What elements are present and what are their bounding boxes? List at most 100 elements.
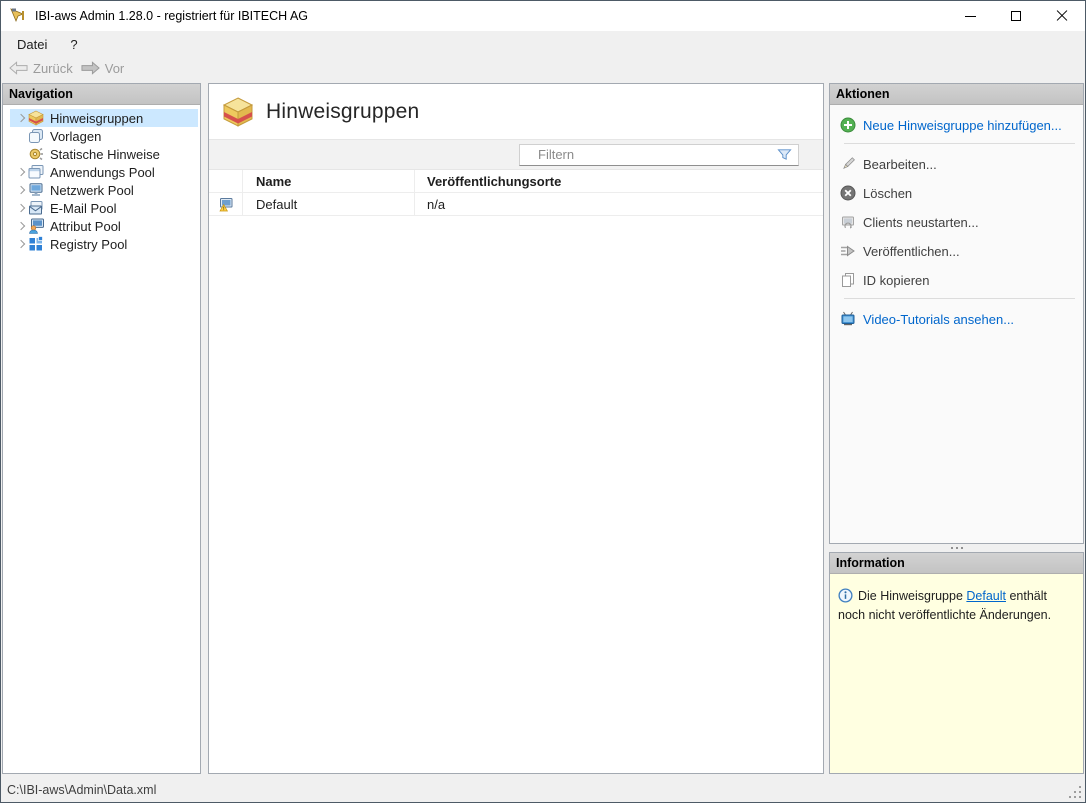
- nav-item-vorlagen[interactable]: Vorlagen: [10, 127, 198, 145]
- filter-funnel-icon[interactable]: [777, 147, 792, 162]
- forward-arrow-icon: [81, 61, 100, 75]
- back-button[interactable]: Zurück: [9, 61, 73, 76]
- nav-item-label: Hinweisgruppen: [50, 110, 144, 126]
- default-group-link[interactable]: Default: [966, 589, 1006, 603]
- actions-header: Aktionen: [830, 84, 1083, 105]
- app-window: IBI-aws Admin 1.28.0 - registriert für I…: [0, 0, 1086, 803]
- forward-button[interactable]: Vor: [81, 60, 125, 76]
- attribute-pool-icon: [28, 218, 44, 234]
- panel-splitter[interactable]: [829, 544, 1084, 552]
- window-title: IBI-aws Admin 1.28.0 - registriert für I…: [35, 9, 309, 23]
- workspace: Navigation Hinweisgruppen Vorlagen Stati…: [1, 79, 1085, 777]
- title-bar: IBI-aws Admin 1.28.0 - registriert für I…: [1, 1, 1085, 31]
- window-controls: [947, 1, 1085, 31]
- action-delete[interactable]: Löschen: [830, 182, 1083, 204]
- nav-item-email-pool[interactable]: E-Mail Pool: [10, 199, 198, 217]
- right-column: Aktionen Neue Hinweisgruppe hinzufügen..…: [829, 83, 1084, 774]
- row-name: Default: [243, 193, 415, 215]
- hint-group-warning-icon: [218, 196, 234, 212]
- content-panel: Hinweisgruppen Name Veröffentlichungsort…: [208, 83, 824, 774]
- back-label: Zurück: [33, 60, 73, 76]
- nav-item-label: Statische Hinweise: [50, 146, 160, 162]
- nav-item-statische-hinweise[interactable]: Statische Hinweise: [10, 145, 198, 163]
- tv-icon: [840, 311, 856, 327]
- nav-item-anwendungs-pool[interactable]: Anwendungs Pool: [10, 163, 198, 181]
- content-header: Hinweisgruppen: [209, 84, 823, 139]
- nav-item-label: Registry Pool: [50, 236, 128, 252]
- chevron-right-icon[interactable]: [14, 201, 28, 215]
- navigation-tree: Hinweisgruppen Vorlagen Statische Hinwei…: [3, 105, 200, 773]
- column-name[interactable]: Name: [243, 170, 415, 192]
- row-icon-cell: [209, 193, 243, 215]
- navigation-panel: Navigation Hinweisgruppen Vorlagen Stati…: [2, 83, 201, 774]
- action-label: Video-Tutorials ansehen...: [863, 311, 1015, 327]
- column-locations[interactable]: Veröffentlichungsorte: [415, 170, 823, 192]
- forward-label: Vor: [104, 60, 125, 76]
- action-video-tutorials[interactable]: Video-Tutorials ansehen...: [830, 308, 1083, 330]
- action-copy-id[interactable]: ID kopieren: [830, 269, 1083, 291]
- action-add-hint-group[interactable]: Neue Hinweisgruppe hinzufügen...: [830, 114, 1083, 136]
- action-publish[interactable]: Veröffentlichen...: [830, 240, 1083, 262]
- action-label: Clients neustarten...: [863, 214, 979, 230]
- templates-icon: [28, 128, 44, 144]
- filter-bar: [209, 139, 823, 170]
- email-pool-icon: [28, 200, 44, 216]
- back-arrow-icon: [9, 61, 28, 75]
- publish-arrow-icon: [840, 243, 856, 259]
- registry-pool-icon: [28, 236, 44, 252]
- chevron-right-icon[interactable]: [14, 237, 28, 251]
- static-notes-gear-icon: [28, 146, 44, 162]
- nav-item-label: Attribut Pool: [50, 218, 121, 234]
- minimize-icon: [964, 15, 976, 17]
- delete-icon: [840, 185, 856, 201]
- close-button[interactable]: [1039, 1, 1085, 31]
- splitter-grip-icon: [955, 547, 958, 549]
- action-edit[interactable]: Bearbeiten...: [830, 153, 1083, 175]
- hint-groups-icon: [28, 110, 44, 126]
- action-label: ID kopieren: [863, 272, 930, 288]
- action-label: Neue Hinweisgruppe hinzufügen...: [863, 117, 1062, 133]
- navigation-header: Navigation: [3, 84, 200, 105]
- table-row[interactable]: Default n/a: [209, 193, 823, 216]
- nav-item-registry-pool[interactable]: Registry Pool: [10, 235, 198, 253]
- maximize-button[interactable]: [993, 1, 1039, 31]
- minimize-button[interactable]: [947, 1, 993, 31]
- icon-column-header: [209, 170, 243, 192]
- network-pool-icon: [28, 182, 44, 198]
- resize-grip-icon[interactable]: [1079, 796, 1081, 798]
- chevron-right-icon[interactable]: [14, 165, 28, 179]
- nav-item-hinweisgruppen[interactable]: Hinweisgruppen: [10, 109, 198, 127]
- nav-item-attribut-pool[interactable]: Attribut Pool: [10, 217, 198, 235]
- action-label: Veröffentlichen...: [863, 243, 960, 259]
- actions-separator: [844, 298, 1075, 299]
- row-locations: n/a: [427, 196, 446, 212]
- action-restart-clients[interactable]: Clients neustarten...: [830, 211, 1083, 233]
- data-file-path: C:\IBI-aws\Admin\Data.xml: [7, 782, 157, 797]
- information-message: Die Hinweisgruppe Default enthält noch n…: [830, 574, 1083, 773]
- pencil-icon: [840, 156, 856, 172]
- menu-bar: Datei ?: [1, 31, 1085, 57]
- actions-separator: [844, 143, 1075, 144]
- copy-icon: [840, 272, 856, 288]
- nav-item-netzwerk-pool[interactable]: Netzwerk Pool: [10, 181, 198, 199]
- filter-box: [519, 143, 799, 166]
- chevron-right-icon[interactable]: [14, 219, 28, 233]
- chevron-placeholder: [14, 129, 28, 143]
- menu-datei[interactable]: Datei: [8, 33, 56, 56]
- restart-clients-icon: [840, 214, 856, 230]
- page-title: Hinweisgruppen: [266, 99, 420, 123]
- nav-item-label: Anwendungs Pool: [50, 164, 155, 180]
- nav-item-label: E-Mail Pool: [50, 200, 117, 216]
- nav-item-label: Netzwerk Pool: [50, 182, 134, 198]
- chevron-right-icon[interactable]: [14, 183, 28, 197]
- table-header: Name Veröffentlichungsorte: [209, 170, 823, 193]
- chevron-right-icon[interactable]: [14, 111, 28, 125]
- actions-list: Neue Hinweisgruppe hinzufügen... Bearbei…: [830, 105, 1083, 543]
- close-icon: [1056, 10, 1068, 22]
- chevron-placeholder: [14, 147, 28, 161]
- filter-input[interactable]: [520, 144, 777, 165]
- maximize-icon: [1011, 11, 1021, 21]
- information-header: Information: [830, 553, 1083, 574]
- menu-help[interactable]: ?: [61, 33, 86, 56]
- nav-toolbar: Zurück Vor: [1, 57, 1085, 79]
